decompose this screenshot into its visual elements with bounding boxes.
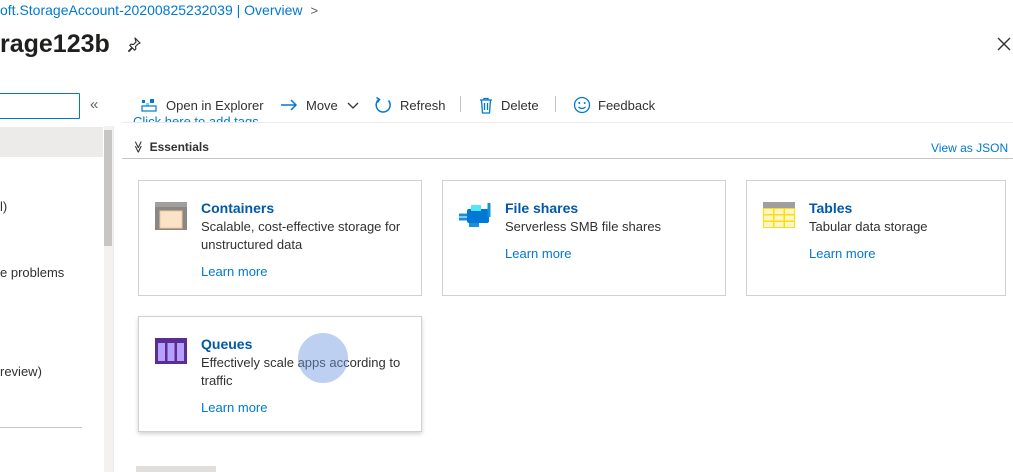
sidebar-scrollbar-thumb[interactable] — [104, 130, 112, 246]
tables-icon — [763, 202, 795, 228]
queues-learn-more-link[interactable]: Learn more — [201, 400, 267, 415]
containers-icon — [155, 202, 187, 230]
feedback-label: Feedback — [598, 97, 656, 113]
sidebar-item-selected[interactable] — [0, 127, 103, 157]
refresh-button[interactable]: Refresh — [374, 95, 446, 115]
sidebar-item-3[interactable]: review) — [0, 364, 42, 379]
breadcrumb-chevron: > — [310, 3, 319, 18]
toolbar-divider — [122, 122, 1013, 123]
file-shares-card[interactable]: File shares Serverless SMB file shares L… — [442, 180, 726, 296]
toolbar-separator — [460, 96, 461, 112]
queues-card[interactable]: Queues Effectively scale apps according … — [138, 316, 422, 432]
open-in-explorer-label: Open in Explorer — [166, 97, 264, 113]
delete-label: Delete — [501, 97, 539, 113]
view-as-json-link[interactable]: View as JSON — [931, 141, 1008, 155]
cursor-highlight — [298, 333, 348, 383]
page-title: rage123b — [0, 30, 110, 58]
containers-card[interactable]: Containers Scalable, cost-effective stor… — [138, 180, 422, 296]
sidebar-item-1[interactable]: l) — [0, 199, 7, 214]
sidebar-search-input[interactable] — [0, 93, 80, 119]
sidebar-divider — [0, 427, 82, 428]
tables-learn-more-link[interactable]: Learn more — [809, 246, 875, 261]
containers-title[interactable]: Containers — [201, 200, 274, 216]
refresh-icon — [375, 96, 391, 113]
queues-title[interactable]: Queues — [201, 336, 252, 352]
smiley-icon — [573, 96, 591, 114]
arrow-right-icon — [281, 99, 298, 111]
toolbar-separator — [555, 96, 556, 112]
close-icon[interactable] — [996, 36, 1012, 52]
file-shares-description: Serverless SMB file shares — [505, 219, 662, 234]
essentials-toggle[interactable]: ≫ Essentials — [131, 140, 209, 154]
breadcrumb-text[interactable]: oft.StorageAccount-20200825232039 | Over… — [0, 2, 303, 18]
essentials-label: Essentials — [149, 140, 209, 154]
essentials-divider — [122, 158, 1013, 159]
tables-title[interactable]: Tables — [809, 200, 852, 216]
storage-explorer-icon — [141, 99, 157, 112]
queues-icon — [155, 338, 187, 364]
section-heading-partial — [136, 466, 216, 472]
trash-icon — [480, 97, 492, 114]
delete-button[interactable]: Delete — [478, 95, 539, 115]
containers-description: Scalable, cost-effective storage for uns… — [201, 219, 401, 252]
move-button[interactable]: Move — [280, 95, 360, 115]
open-in-explorer-button[interactable]: Open in Explorer — [141, 95, 264, 115]
tables-description: Tabular data storage — [809, 219, 928, 234]
refresh-label: Refresh — [400, 97, 446, 113]
pane-divider — [113, 126, 114, 472]
pin-icon[interactable] — [126, 36, 142, 53]
feedback-button[interactable]: Feedback — [573, 95, 655, 115]
sidebar-item-2[interactable]: e problems — [0, 265, 64, 280]
tables-card[interactable]: Tables Tabular data storage Learn more — [746, 180, 1006, 296]
double-chevron-down-icon: ≫ — [131, 140, 146, 154]
file-shares-learn-more-link[interactable]: Learn more — [505, 246, 571, 261]
collapse-sidebar-icon[interactable]: « — [90, 96, 98, 113]
file-shares-title[interactable]: File shares — [505, 200, 578, 216]
breadcrumb[interactable]: oft.StorageAccount-20200825232039 | Over… — [0, 2, 318, 18]
move-label: Move — [306, 97, 338, 113]
containers-learn-more-link[interactable]: Learn more — [201, 264, 267, 279]
file-shares-icon — [459, 203, 491, 227]
chevron-down-icon — [347, 102, 359, 109]
